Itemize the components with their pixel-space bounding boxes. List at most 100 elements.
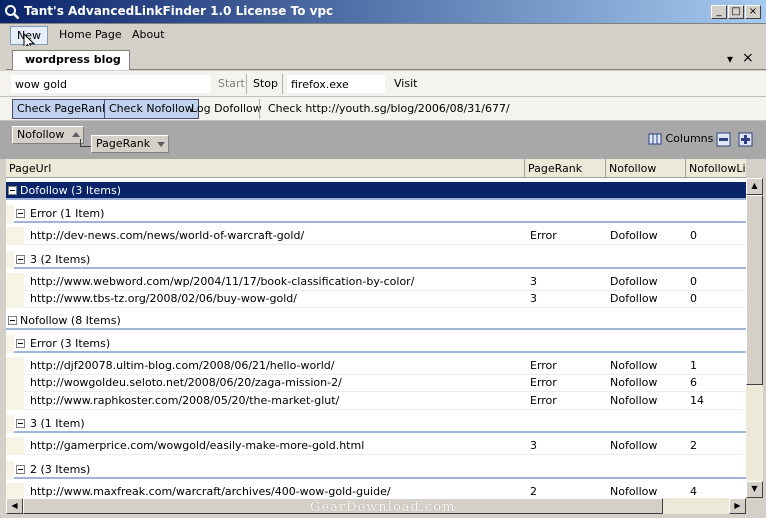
subgroup-row[interactable]: 3 (1 Item) <box>6 415 746 433</box>
cell-nofollow: Dofollow <box>610 274 658 288</box>
check-pagerank-button[interactable]: Check PageRank <box>12 99 114 119</box>
cell-link-count: 0 <box>690 274 697 288</box>
log-dofollow-button[interactable]: Log Dofollow <box>191 102 262 115</box>
subgroup-label: Error (1 Item) <box>30 207 105 220</box>
check-nofollow-button[interactable]: Check Nofollow <box>104 99 199 119</box>
collapse-icon[interactable] <box>8 315 17 325</box>
cell-nofollow: Nofollow <box>610 358 658 372</box>
tab-close-button[interactable]: × <box>742 50 754 66</box>
cell-pagerank: Error <box>530 393 557 407</box>
menu-home-page[interactable]: Home Page <box>53 26 128 45</box>
cell-link-count: 2 <box>690 439 697 452</box>
keyword-input[interactable] <box>10 74 212 94</box>
table-row[interactable]: http://www.webword.com/wp/2004/11/17/boo… <box>6 272 746 291</box>
scroll-right-button[interactable]: ▶ <box>729 498 746 514</box>
table-row[interactable]: http://www.tbs-tz.org/2008/02/06/buy-wow… <box>6 290 746 308</box>
cell-pageurl: http://wowgoldeu.seloto.net/2008/06/20/z… <box>30 376 342 389</box>
cell-nofollow: Nofollow <box>610 376 658 389</box>
scroll-down-button[interactable]: ▼ <box>746 481 763 498</box>
watermark: GearDownload.com <box>310 500 456 515</box>
collapse-icon[interactable] <box>16 338 25 348</box>
indent <box>6 356 24 375</box>
cell-link-count: 0 <box>690 292 697 305</box>
collapse-icon[interactable] <box>16 464 25 474</box>
menu-bar: New Home Page About <box>0 24 766 46</box>
group-chip-label: PageRank <box>96 137 151 150</box>
column-header-nofollow-link-count[interactable]: NofollowLinkCo <box>686 159 746 177</box>
table-row[interactable]: http://wowgoldeu.seloto.net/2008/06/20/z… <box>6 374 746 392</box>
expand-all-icon[interactable] <box>738 132 753 147</box>
collapse-icon[interactable] <box>16 209 25 218</box>
table-row[interactable]: http://dev-news.com/news/world-of-warcra… <box>6 227 746 245</box>
cell-pagerank: 3 <box>530 292 537 305</box>
stop-button[interactable]: Stop <box>253 77 278 90</box>
table-row[interactable]: http://www.raphkoster.com/2008/05/20/the… <box>6 391 746 410</box>
table-row[interactable]: http://www.maxfreak.com/warcraft/archive… <box>6 482 746 498</box>
subgroup-label: 2 (3 Items) <box>30 462 91 476</box>
action-toolbar: Check PageRank Check Nofollow Log Dofoll… <box>0 97 766 121</box>
indent <box>6 334 14 353</box>
vertical-scroll-thumb[interactable] <box>746 195 763 385</box>
columns-icon <box>648 133 662 145</box>
separator <box>246 74 247 94</box>
tab-wordpress-blog[interactable]: wordpress blog <box>12 50 130 70</box>
group-chip-label: Nofollow <box>17 128 65 141</box>
table-row[interactable]: http://djf20078.ultim-blog.com/2008/06/2… <box>6 356 746 375</box>
columns-button[interactable]: Columns <box>648 132 713 148</box>
cell-nofollow: Nofollow <box>610 393 658 407</box>
collapse-icon[interactable] <box>8 186 17 195</box>
scroll-up-button[interactable]: ▲ <box>746 178 763 195</box>
tab-list-dropdown[interactable]: ▾ <box>727 52 733 66</box>
cell-pageurl: http://www.raphkoster.com/2008/05/20/the… <box>30 393 340 407</box>
cell-pagerank: Error <box>530 376 557 389</box>
subgroup-row[interactable]: Error (1 Item) <box>6 205 746 223</box>
group-row[interactable]: Dofollow (3 Items) <box>6 182 746 200</box>
cell-nofollow: Dofollow <box>610 292 658 305</box>
subgroup-row[interactable]: 2 (3 Items) <box>6 460 746 479</box>
vertical-scrollbar[interactable]: ▲ ▼ <box>746 178 763 498</box>
subgroup-row[interactable]: Error (3 Items) <box>6 334 746 353</box>
minimize-button[interactable]: _ <box>711 5 727 19</box>
group-label: Nofollow (8 Items) <box>20 313 121 327</box>
results-grid: Dofollow (3 Items) Error (1 Item) http://d… <box>6 178 746 498</box>
subgroup-label: Error (3 Items) <box>30 336 111 350</box>
start-button[interactable]: Start <box>218 77 245 90</box>
group-chip-nofollow[interactable]: Nofollow <box>12 126 84 144</box>
cell-pagerank: Error <box>530 358 557 372</box>
cell-pageurl: http://www.maxfreak.com/warcraft/archive… <box>30 484 391 498</box>
cell-link-count: 6 <box>690 376 697 389</box>
cell-pageurl: http://dev-news.com/news/world-of-warcra… <box>30 229 305 242</box>
indent <box>6 482 24 498</box>
column-header-pagerank[interactable]: PageRank <box>525 159 606 177</box>
indent <box>6 227 24 245</box>
menu-about[interactable]: About <box>126 26 171 45</box>
scroll-left-button[interactable]: ◀ <box>6 498 23 514</box>
indent <box>6 437 24 455</box>
sort-ascending-icon <box>72 132 80 137</box>
separator <box>282 74 283 94</box>
cell-link-count: 0 <box>690 229 697 242</box>
collapse-icon[interactable] <box>16 419 25 428</box>
cell-pageurl: http://gamerprice.com/wowgold/easily-mak… <box>30 439 365 452</box>
collapse-all-icon[interactable] <box>716 132 731 147</box>
title-bar: Tant's AdvancedLinkFinder 1.0 License To… <box>0 0 766 24</box>
collapse-icon[interactable] <box>16 254 25 264</box>
cell-link-count: 14 <box>690 393 704 407</box>
group-chip-pagerank[interactable]: PageRank <box>91 135 169 153</box>
close-button[interactable]: × <box>745 5 761 19</box>
indent <box>6 415 14 433</box>
indent <box>6 250 14 269</box>
table-row[interactable]: http://gamerprice.com/wowgold/easily-mak… <box>6 437 746 455</box>
maximize-button[interactable]: □ <box>728 5 744 19</box>
group-label: Dofollow (3 Items) <box>20 184 121 197</box>
cell-nofollow: Nofollow <box>610 439 658 452</box>
group-row[interactable]: Nofollow (8 Items) <box>6 312 746 330</box>
browser-input[interactable] <box>286 74 386 94</box>
cell-pageurl: http://djf20078.ultim-blog.com/2008/06/2… <box>30 358 335 372</box>
column-header-pageurl[interactable]: PageUrl <box>6 159 525 177</box>
column-header-nofollow[interactable]: Nofollow <box>606 159 686 177</box>
subgroup-row[interactable]: 3 (2 Items) <box>6 250 746 269</box>
sort-descending-icon <box>157 142 165 147</box>
visit-button[interactable]: Visit <box>394 77 417 90</box>
cell-pagerank: Error <box>530 229 557 242</box>
